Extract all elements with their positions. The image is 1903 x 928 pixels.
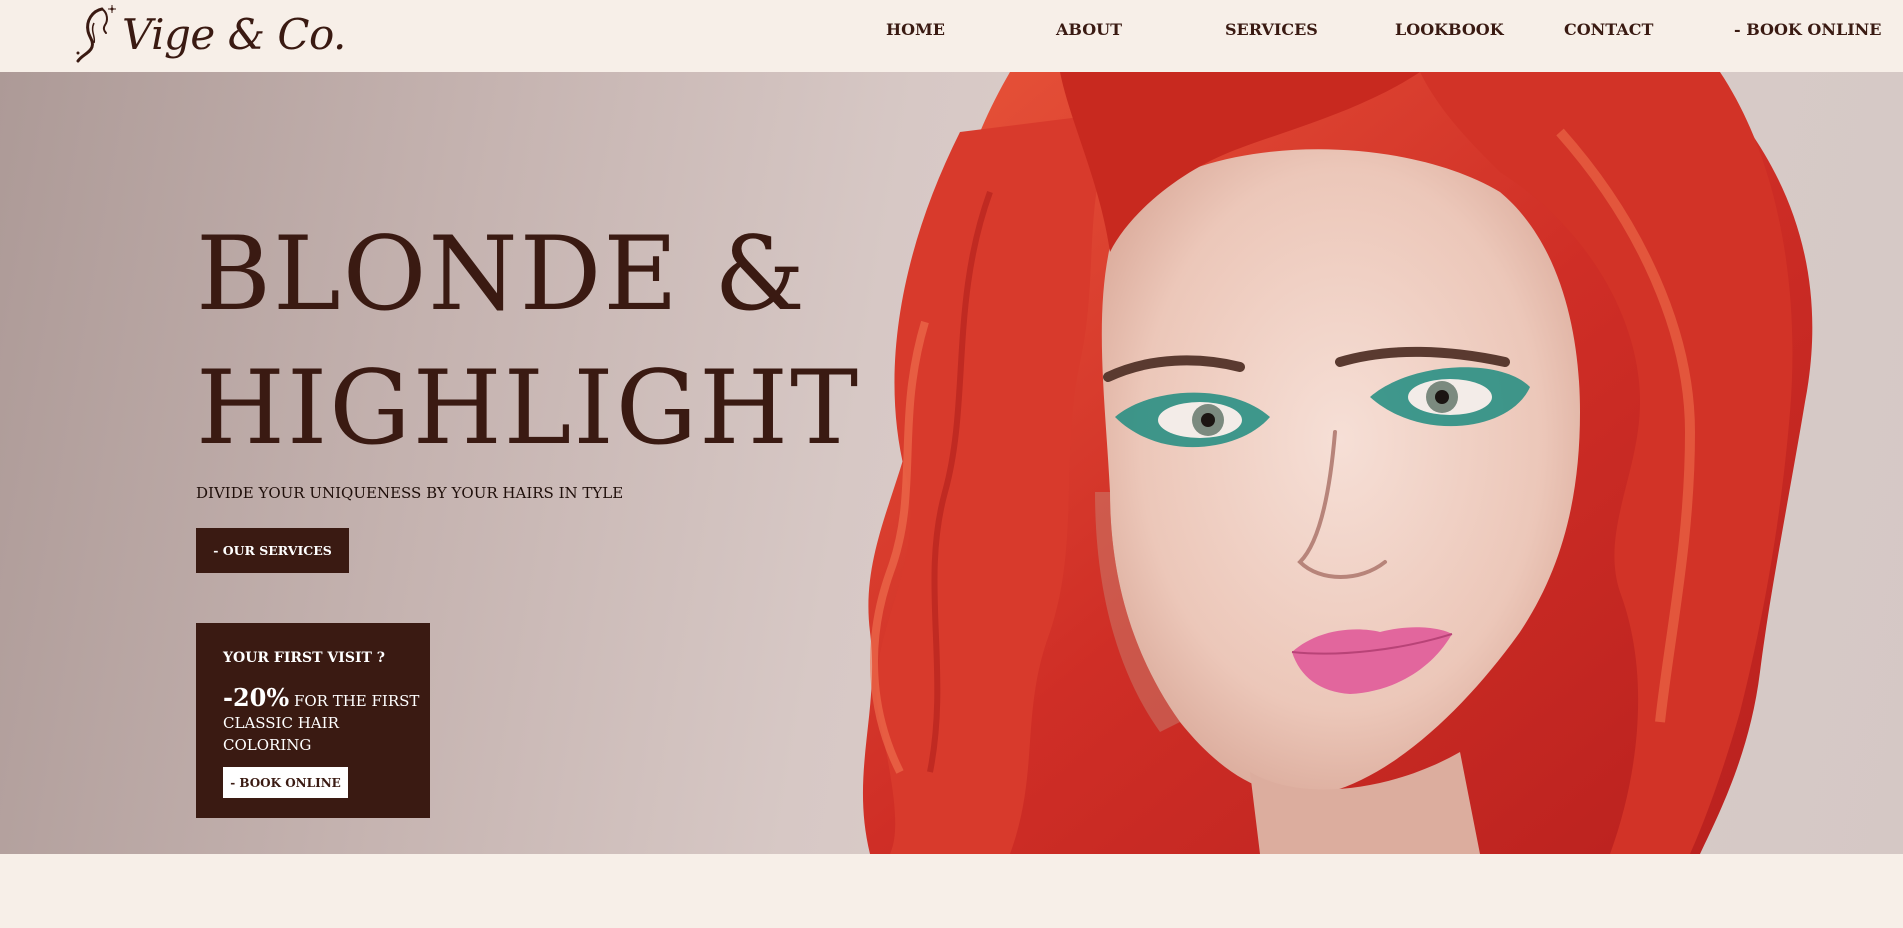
nav-contact[interactable]: CONTACT (1564, 20, 1653, 39)
nav-lookbook[interactable]: LOOKBOOK (1395, 20, 1504, 39)
our-services-button[interactable]: - OUR SERVICES (196, 528, 349, 573)
promo-book-online-button[interactable]: - BOOK ONLINE (223, 767, 348, 798)
site-header: Vige & Co. HOME ABOUT SERVICES LOOKBOOK … (0, 0, 1903, 72)
headline-line-1: BLONDE & (196, 215, 808, 334)
hero-section: BLONDE & HIGHLIGHT DIVIDE YOUR UNIQUENES… (0, 72, 1903, 854)
promo-body: -20% FOR THE FIRST CLASSIC HAIR COLORING (223, 686, 423, 756)
nav-services[interactable]: SERVICES (1225, 20, 1318, 39)
main-nav: HOME ABOUT SERVICES LOOKBOOK CONTACT - B… (0, 20, 1903, 50)
hero-tagline: DIVIDE YOUR UNIQUENESS BY YOUR HAIRS IN … (196, 484, 624, 502)
page-bottom-band (0, 854, 1903, 928)
promo-discount: -20% (223, 683, 290, 712)
nav-about[interactable]: ABOUT (1056, 20, 1122, 39)
nav-home[interactable]: HOME (886, 20, 945, 39)
first-visit-promo-card: YOUR FIRST VISIT ? -20% FOR THE FIRST CL… (196, 623, 430, 818)
headline-line-2: HIGHLIGHT (196, 349, 861, 468)
hero-headline: BLONDE & HIGHLIGHT (196, 208, 896, 476)
promo-title: YOUR FIRST VISIT ? (223, 650, 385, 666)
nav-book-online[interactable]: - BOOK ONLINE (1734, 20, 1882, 39)
